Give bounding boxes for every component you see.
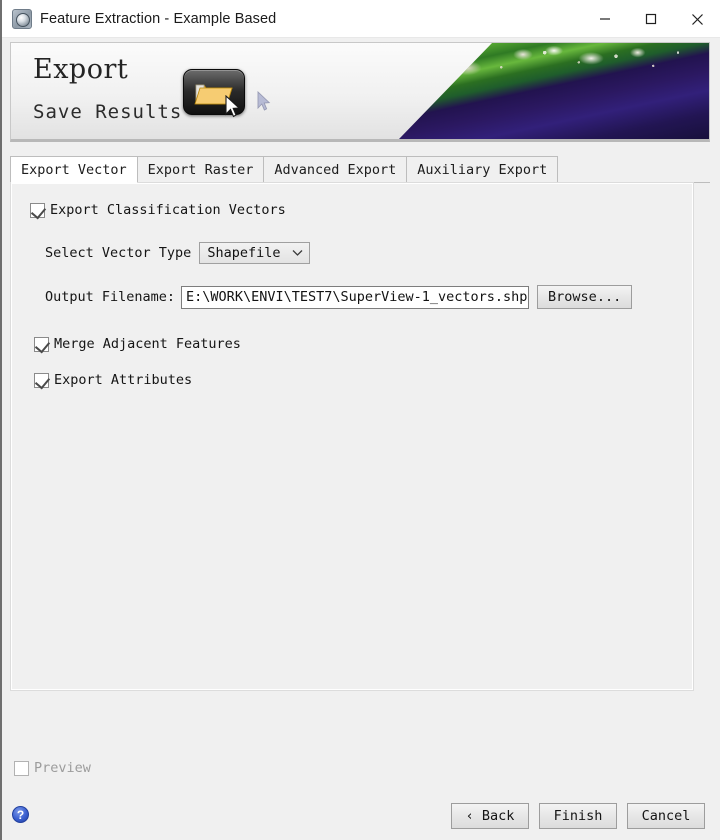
window-controls [582, 0, 720, 38]
minimize-icon[interactable] [582, 0, 628, 38]
tab-auxiliary-export[interactable]: Auxiliary Export [406, 156, 559, 182]
output-filename-label: Output Filename: [45, 289, 176, 305]
browse-button[interactable]: Browse... [537, 285, 633, 309]
mouse-pointer-icon [225, 94, 241, 124]
export-attributes-label: Export Attributes [54, 372, 193, 388]
export-classification-vectors-row[interactable]: Export Classification Vectors [30, 202, 286, 218]
preview-label: Preview [34, 760, 91, 776]
merge-adjacent-features-row[interactable]: Merge Adjacent Features [34, 336, 241, 352]
output-filename-input[interactable]: E:\WORK\ENVI\TEST7\SuperView-1_vectors.s… [181, 285, 530, 309]
merge-adjacent-features-label: Merge Adjacent Features [54, 336, 241, 352]
close-icon[interactable] [674, 0, 720, 38]
satellite-image-banner [399, 43, 709, 139]
finish-button[interactable]: Finish [539, 803, 617, 829]
help-question-icon[interactable]: ? [12, 806, 29, 823]
tab-advanced-export[interactable]: Advanced Export [263, 156, 408, 182]
export-classification-vectors-checkbox[interactable] [30, 202, 45, 218]
banner-subtitle: Save Results [33, 101, 183, 123]
tab-strip: Export Vector Export Raster Advanced Exp… [10, 156, 710, 183]
wizard-banner: Export Save Results [10, 42, 710, 142]
export-attributes-row[interactable]: Export Attributes [34, 372, 192, 388]
select-vector-type-row: Select Vector Type Shapefile [45, 242, 311, 264]
banner-title: Export [33, 54, 129, 85]
window-title: Feature Extraction - Example Based [40, 10, 277, 27]
maximize-icon[interactable] [628, 0, 674, 38]
export-classification-vectors-label: Export Classification Vectors [50, 202, 286, 218]
vector-type-select[interactable]: Shapefile [199, 242, 311, 264]
export-vector-panel: Export Classification Vectors Select Vec… [10, 182, 694, 691]
tab-export-vector[interactable]: Export Vector [10, 156, 138, 183]
mouse-pointer-shadow-icon [257, 90, 271, 117]
vector-type-selected-value: Shapefile [207, 245, 281, 261]
preview-checkbox[interactable] [14, 760, 29, 776]
merge-adjacent-features-checkbox[interactable] [34, 336, 49, 352]
footer-button-group: ‹ Back Finish Cancel [451, 803, 705, 829]
chevron-down-icon [292, 245, 303, 261]
select-vector-type-label: Select Vector Type [45, 245, 192, 261]
preview-row[interactable]: Preview [14, 760, 91, 776]
back-button[interactable]: ‹ Back [451, 803, 529, 829]
envi-globe-icon [12, 8, 32, 29]
output-filename-row: Output Filename: E:\WORK\ENVI\TEST7\Supe… [45, 285, 633, 309]
cancel-button[interactable]: Cancel [627, 803, 705, 829]
tab-export-raster[interactable]: Export Raster [136, 156, 265, 182]
feature-extraction-dialog: Feature Extraction - Example Based Expor… [0, 0, 720, 840]
export-attributes-checkbox[interactable] [34, 372, 49, 388]
title-bar: Feature Extraction - Example Based [2, 0, 720, 38]
